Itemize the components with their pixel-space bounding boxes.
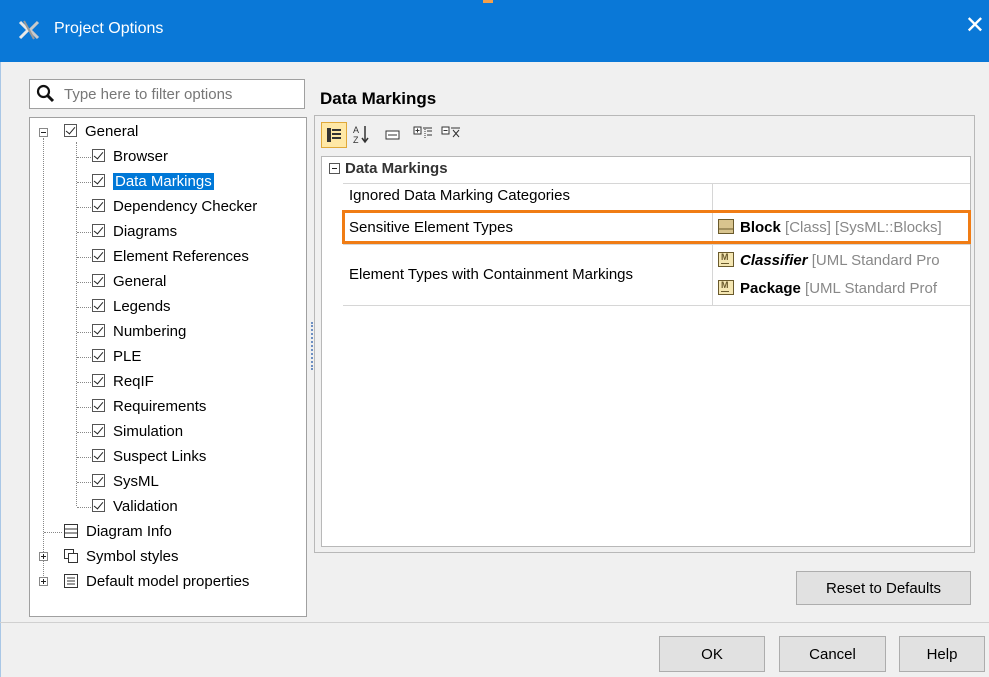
checkbox-icon[interactable]: [92, 349, 105, 362]
tree-connector: [77, 407, 91, 408]
checkbox-icon[interactable]: [92, 374, 105, 387]
tree-item-sysml[interactable]: SysML: [92, 471, 159, 493]
checkbox-icon[interactable]: [92, 424, 105, 437]
filter-box: [29, 79, 305, 109]
list-icon: [64, 524, 78, 538]
description-button[interactable]: [380, 122, 406, 148]
collapse-category-icon[interactable]: [329, 163, 340, 174]
description-icon: [385, 130, 400, 140]
collapse-general-icon[interactable]: [39, 128, 48, 137]
grid-separator: [343, 244, 970, 245]
tree-connector: [77, 432, 91, 433]
prop-name-ignored-categories[interactable]: Ignored Data Marking Categories: [349, 187, 570, 204]
tree-item-ple[interactable]: PLE: [92, 346, 141, 368]
ok-button[interactable]: OK: [659, 636, 765, 672]
tree-connector: [76, 142, 77, 506]
tree-connector: [77, 207, 91, 208]
checkbox-icon[interactable]: [92, 249, 105, 262]
metaclass-icon: [718, 251, 734, 267]
tree-item-requirements[interactable]: Requirements: [92, 396, 206, 418]
titlebar-marker: [483, 0, 493, 3]
filter-input[interactable]: [64, 84, 300, 104]
checkbox-icon[interactable]: [92, 199, 105, 212]
tree-item-numbering[interactable]: Numbering: [92, 321, 186, 343]
tree-item-diagram-info[interactable]: Diagram Info: [64, 521, 172, 543]
tree-item-reqif[interactable]: ReqIF: [92, 371, 154, 393]
sort-alphabetically-icon: AZ: [353, 125, 369, 145]
close-icon[interactable]: ✕: [965, 14, 985, 38]
tree-connector: [77, 257, 91, 258]
tree-connector: [44, 532, 62, 533]
tree-item-data-markings[interactable]: Data Markings: [92, 171, 214, 193]
tree-connector: [77, 457, 91, 458]
search-icon: [36, 84, 55, 103]
tree-item-general-root[interactable]: General: [64, 121, 138, 143]
highlight-box: [342, 210, 971, 244]
help-button[interactable]: Help: [899, 636, 985, 672]
expand-all-icon: [413, 126, 432, 139]
tree-item-element-references[interactable]: Element References: [92, 246, 249, 268]
categorized-view-icon: [327, 128, 341, 142]
tree-connector: [77, 182, 91, 183]
svg-text:A: A: [353, 125, 359, 135]
tree-item-diagrams[interactable]: Diagrams: [92, 221, 177, 243]
tree-item-browser[interactable]: Browser: [92, 146, 168, 168]
expand-symbol-styles-icon[interactable]: [39, 552, 48, 561]
prop-value-classifier[interactable]: Classifier [UML Standard Pro: [718, 251, 940, 269]
checkbox-icon[interactable]: [92, 324, 105, 337]
reset-to-defaults-button[interactable]: Reset to Defaults: [796, 571, 971, 605]
tree-connector: [77, 282, 91, 283]
prop-name-containment-markings[interactable]: Element Types with Containment Markings: [349, 266, 633, 283]
window-title: Project Options: [54, 20, 164, 37]
checkbox-icon[interactable]: [92, 299, 105, 312]
section-title: Data Markings: [320, 89, 437, 108]
options-tree: General Browser Data Markings Dependency…: [29, 117, 307, 617]
footer-divider: [0, 622, 989, 623]
tree-connector: [77, 507, 91, 508]
tree-item-simulation[interactable]: Simulation: [92, 421, 183, 443]
checkbox-icon[interactable]: [64, 124, 77, 137]
checkbox-icon[interactable]: [92, 474, 105, 487]
expand-default-model-properties-icon[interactable]: [39, 577, 48, 586]
checkbox-icon[interactable]: [92, 499, 105, 512]
app-icon: [18, 20, 40, 40]
tree-item-symbol-styles[interactable]: Symbol styles: [64, 546, 179, 568]
title-bar: Project Options ✕: [0, 0, 989, 62]
checkbox-icon[interactable]: [92, 174, 105, 187]
tree-item-general[interactable]: General: [92, 271, 166, 293]
tree-connector: [77, 332, 91, 333]
category-header[interactable]: Data Markings: [329, 160, 448, 177]
collapse-all-button[interactable]: [439, 122, 465, 148]
properties-icon: [64, 574, 78, 588]
sort-alphabetically-button[interactable]: AZ: [350, 122, 376, 148]
expand-all-button[interactable]: [411, 122, 437, 148]
metaclass-icon: [718, 279, 734, 295]
checkbox-icon[interactable]: [92, 224, 105, 237]
tree-item-legends[interactable]: Legends: [92, 296, 171, 318]
tree-item-validation[interactable]: Validation: [92, 496, 178, 518]
tree-item-suspect-links[interactable]: Suspect Links: [92, 446, 206, 468]
checkbox-icon[interactable]: [92, 274, 105, 287]
checkbox-icon[interactable]: [92, 149, 105, 162]
tree-connector: [77, 157, 91, 158]
tree-connector: [43, 138, 44, 586]
cancel-button[interactable]: Cancel: [779, 636, 886, 672]
checkbox-icon[interactable]: [92, 399, 105, 412]
tree-connector: [77, 307, 91, 308]
tree-item-default-model-properties[interactable]: Default model properties: [64, 571, 249, 593]
tree-item-dependency-checker[interactable]: Dependency Checker: [92, 196, 257, 218]
grid-separator: [343, 305, 970, 306]
tree-connector: [77, 357, 91, 358]
categorized-view-button[interactable]: [321, 122, 347, 148]
prop-value-package[interactable]: Package [UML Standard Prof: [718, 279, 937, 297]
tree-connector: [77, 232, 91, 233]
grid-column-divider: [712, 184, 713, 305]
tree-connector: [77, 382, 91, 383]
grid-separator: [343, 183, 970, 184]
collapse-all-icon: [441, 126, 460, 138]
svg-text:Z: Z: [353, 135, 359, 145]
checkbox-icon[interactable]: [92, 449, 105, 462]
symbol-styles-icon: [64, 549, 78, 563]
tree-connector: [77, 482, 91, 483]
